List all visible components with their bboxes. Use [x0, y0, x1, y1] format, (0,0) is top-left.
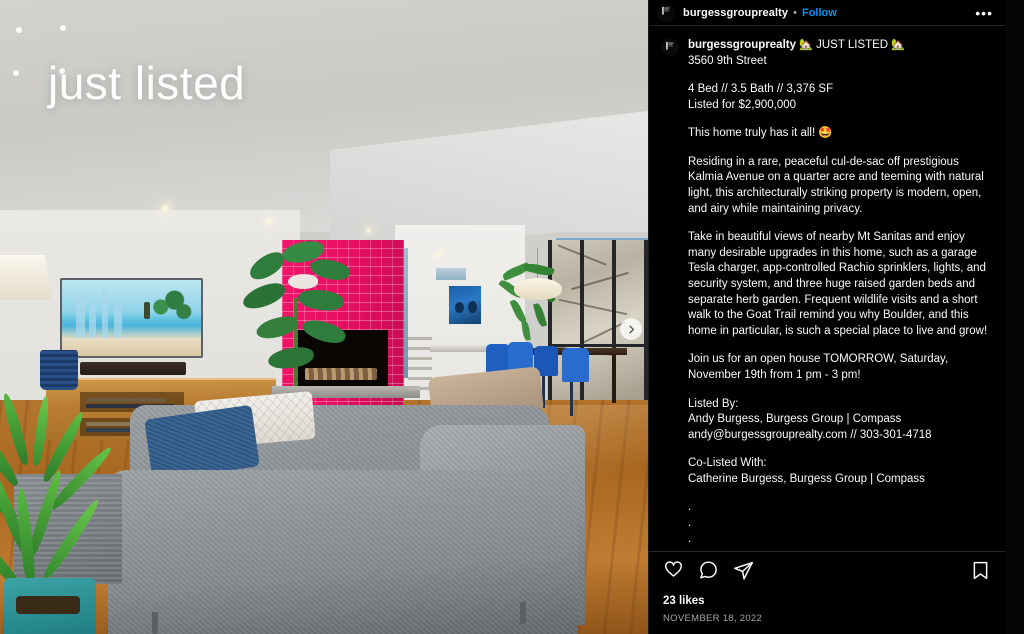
- caption-title-text: JUST LISTED: [816, 39, 889, 51]
- pot-soil: [16, 596, 80, 614]
- caption-spacer-dots: . . . . . . .: [688, 501, 692, 551]
- listing-photo: just listed: [0, 0, 648, 634]
- caption-address: 3560 9th Street: [688, 55, 767, 67]
- caption-scroll-area[interactable]: burgessgrouprealty 🏡 JUST LISTED 🏡 3560 …: [649, 26, 1005, 551]
- chevron-right-icon: [626, 324, 637, 335]
- heart-icon[interactable]: [663, 560, 684, 586]
- sofa-leg: [520, 602, 526, 624]
- follow-button[interactable]: Follow: [802, 7, 837, 19]
- hanging-plant: [496, 261, 564, 345]
- floor-lamp-shade: [0, 255, 52, 300]
- caption-open-house: Join us for an open house TOMORROW, Satu…: [688, 353, 952, 381]
- caption-avatar[interactable]: [661, 38, 679, 56]
- post-header: burgessgrouprealty • Follow •••: [649, 0, 1005, 26]
- recessed-light: [366, 228, 371, 233]
- soundbar: [80, 362, 186, 375]
- caption-listed-by-label: Listed By:: [688, 397, 739, 410]
- action-icons: [663, 560, 991, 586]
- instagram-post-view: just listed burgessgrouprealty • Follow …: [0, 0, 1024, 634]
- blue-planter: [40, 350, 78, 390]
- caption-title-line: burgessgrouprealty 🏡 JUST LISTED 🏡: [688, 38, 991, 53]
- comment-icon[interactable]: [698, 560, 719, 586]
- caption-paragraph-1: Residing in a rare, peaceful cul-de-sac …: [688, 155, 987, 215]
- brand-logo-avatar-icon: [660, 5, 672, 20]
- caption-co-listed-label: Co-Listed With:: [688, 457, 767, 470]
- caption-listed-by-contact: andy@burgessgrouprealty.com // 303-301-4…: [688, 428, 932, 441]
- header-separator: •: [793, 6, 797, 19]
- post-action-bar: 23 likes NOVEMBER 18, 2022: [649, 551, 1005, 634]
- caption-co-listed-name: Catherine Burgess, Burgess Group | Compa…: [688, 472, 925, 485]
- more-options-button[interactable]: •••: [975, 6, 993, 20]
- post-date: NOVEMBER 18, 2022: [663, 613, 763, 624]
- monstera-plant: [238, 238, 356, 388]
- bookmark-icon[interactable]: [970, 560, 991, 586]
- caption-block: burgessgrouprealty 🏡 JUST LISTED 🏡 3560 …: [661, 38, 991, 551]
- caption-listed-by-name: Andy Burgess, Burgess Group | Compass: [688, 413, 902, 426]
- avatar[interactable]: [657, 3, 675, 22]
- brand-logo-avatar-icon: [664, 39, 676, 54]
- recessed-light: [436, 252, 441, 257]
- right-gutter: [1005, 0, 1024, 634]
- dining-chair: [562, 348, 589, 382]
- caption-hook: This home truly has it all! 🤩: [688, 127, 833, 140]
- carousel-next-button[interactable]: [620, 318, 642, 340]
- sofa-body: [108, 470, 578, 634]
- recessed-light: [162, 205, 169, 212]
- wall-artwork: [448, 285, 482, 325]
- share-icon[interactable]: [733, 560, 754, 586]
- post-media-panel[interactable]: just listed: [0, 0, 648, 634]
- pendant-light: [514, 278, 562, 300]
- header-username[interactable]: burgessgrouprealty: [683, 7, 788, 19]
- overlay-title: just listed: [48, 57, 246, 109]
- television: [60, 278, 203, 358]
- likes-count[interactable]: 23 likes: [663, 595, 991, 607]
- post-sidebar: burgessgrouprealty • Follow ••• burgessg…: [648, 0, 1005, 634]
- recessed-light: [266, 218, 272, 224]
- caption-username[interactable]: burgessgrouprealty: [688, 39, 796, 51]
- caption-paragraph-2: Take in beautiful views of nearby Mt San…: [688, 231, 990, 337]
- caption-body: burgessgrouprealty 🏡 JUST LISTED 🏡 3560 …: [688, 38, 991, 551]
- house-emoji-left: 🏡: [799, 39, 813, 51]
- clerestory-window-small: [436, 268, 466, 280]
- caption-specs: 4 Bed // 3.5 Bath // 3,376 SF Listed for…: [688, 83, 834, 111]
- house-emoji-right: 🏡: [891, 39, 906, 51]
- table-leg: [612, 355, 616, 403]
